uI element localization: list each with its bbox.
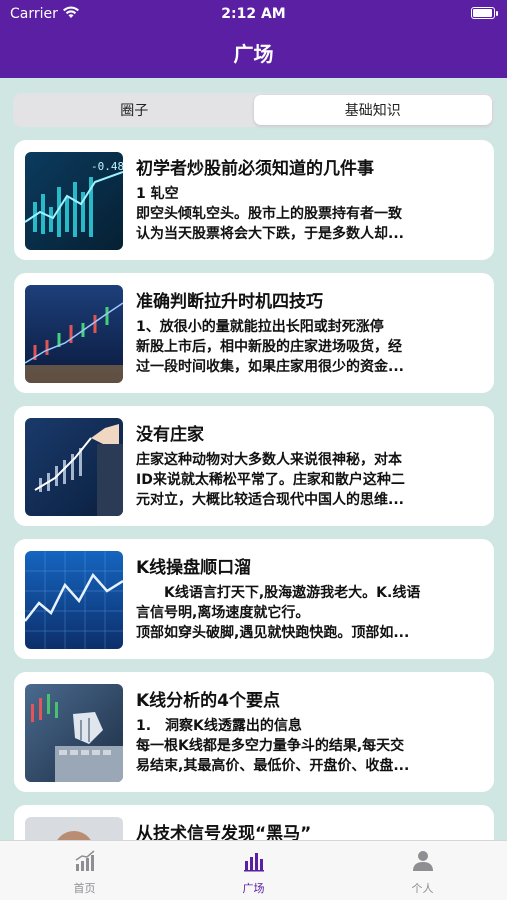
article-summary: K线语言打天下,股海遨游我老大。K.线语 言信号明,离场速度就它行。 顶部如穿头… [136, 585, 421, 641]
tab-square[interactable]: 广场 [169, 841, 338, 900]
article-thumbnail [25, 285, 123, 383]
navigation-bar: 广场 [0, 28, 507, 78]
article-title: K线分析的4个要点 [136, 691, 281, 711]
bar-chart-icon [243, 853, 264, 872]
article-summary: 庄家这种动物对大多数人来说很神秘，对本 ID来说就太稀松平常了。庄家和散户这种二… [136, 452, 405, 508]
person-icon [412, 851, 433, 871]
article-summary: 1、放很小的量就能拉出长阳或封死涨停 新股上市后，相中新股的庄家进场吸货，经 过… [136, 319, 404, 375]
article-title: 没有庄家 [136, 425, 204, 445]
segment-circle[interactable]: 圈子 [15, 95, 254, 125]
battery-level [473, 9, 492, 17]
status-time: 2:12 AM [221, 6, 286, 22]
tab-bar: 首页 广场 个人 [0, 840, 507, 900]
article-title: 准确判断拉升时机四技巧 [136, 292, 323, 312]
article-card[interactable]: 从技术信号发现“黑马” [14, 805, 494, 840]
segment-basics[interactable]: 基础知识 [253, 95, 492, 125]
article-title: 从技术信号发现“黑马” [136, 824, 312, 840]
article-thumbnail [25, 418, 123, 516]
tab-label-profile: 个人 [411, 882, 434, 895]
article-thumbnail [25, 684, 123, 782]
tab-label-square: 广场 [242, 882, 265, 895]
tab-profile[interactable]: 个人 [338, 841, 507, 900]
article-title: 初学者炒股前必须知道的几件事 [136, 159, 374, 179]
article-summary: 1. 洞察K线透露出的信息 每一根K线都是多空力量争斗的结果,每天交 易结束,其… [136, 718, 410, 774]
article-card[interactable]: K线操盘顺口溜 K线语言打天下,股海遨游我老大。K.线语 言信号明,离场速度就它… [14, 539, 494, 659]
status-bar: Carrier 2:12 AM [0, 0, 507, 28]
article-thumbnail: -0.48 [25, 152, 123, 250]
article-thumbnail [25, 551, 123, 649]
article-title: K线操盘顺口溜 [136, 558, 252, 578]
segmented-control: 圈子 基础知识 [13, 93, 494, 127]
article-list[interactable]: -0.48 初学者炒股前必须知道的几件事 1 轧空 即空头倾轧空头。股市上的股票… [0, 140, 507, 840]
article-card[interactable]: 准确判断拉升时机四技巧 1、放很小的量就能拉出长阳或封死涨停 新股上市后，相中新… [14, 273, 494, 393]
battery-icon [471, 7, 498, 19]
article-card[interactable]: K线分析的4个要点 1. 洞察K线透露出的信息 每一根K线都是多空力量争斗的结果… [14, 672, 494, 792]
page-title: 广场 [233, 42, 274, 66]
article-card[interactable]: 没有庄家 庄家这种动物对大多数人来说很神秘，对本 ID来说就太稀松平常了。庄家和… [14, 406, 494, 526]
tab-label-home: 首页 [73, 882, 96, 895]
article-card[interactable]: -0.48 初学者炒股前必须知道的几件事 1 轧空 即空头倾轧空头。股市上的股票… [14, 140, 494, 260]
chart-growth-icon [75, 850, 94, 871]
tab-home[interactable]: 首页 [0, 841, 169, 900]
article-summary: 1 轧空 即空头倾轧空头。股市上的股票持有者一致 认为当天股票将会大下跌，于是多… [136, 186, 404, 242]
svg-text:-0.48: -0.48 [91, 160, 123, 173]
article-thumbnail [25, 817, 123, 840]
